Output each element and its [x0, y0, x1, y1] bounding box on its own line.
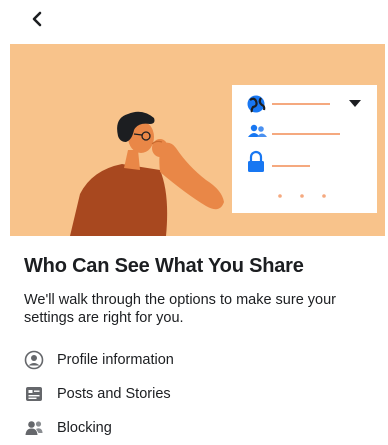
profile-circle-icon	[24, 350, 44, 370]
page-title: Who Can See What You Share	[24, 255, 304, 277]
settings-card	[232, 85, 377, 213]
blocking-people-icon	[24, 418, 44, 438]
globe-icon	[247, 95, 266, 113]
page-subtitle: We'll walk through the options to make s…	[24, 292, 336, 326]
topic-profile-information[interactable]: Profile information	[24, 343, 364, 377]
posts-icon	[24, 384, 44, 404]
topic-posts-and-stories[interactable]: Posts and Stories	[24, 377, 364, 411]
top-bar	[0, 0, 388, 42]
topic-label: Posts and Stories	[57, 386, 171, 402]
topic-label: Profile information	[57, 352, 174, 368]
person-figure	[70, 111, 224, 236]
hero-illustration	[10, 44, 385, 236]
topic-list: Profile information Posts and Stories Bl…	[24, 343, 364, 445]
privacy-illustration	[70, 85, 377, 236]
back-button[interactable]	[24, 8, 50, 34]
chevron-left-icon	[30, 11, 44, 32]
topic-blocking[interactable]: Blocking	[24, 411, 364, 445]
